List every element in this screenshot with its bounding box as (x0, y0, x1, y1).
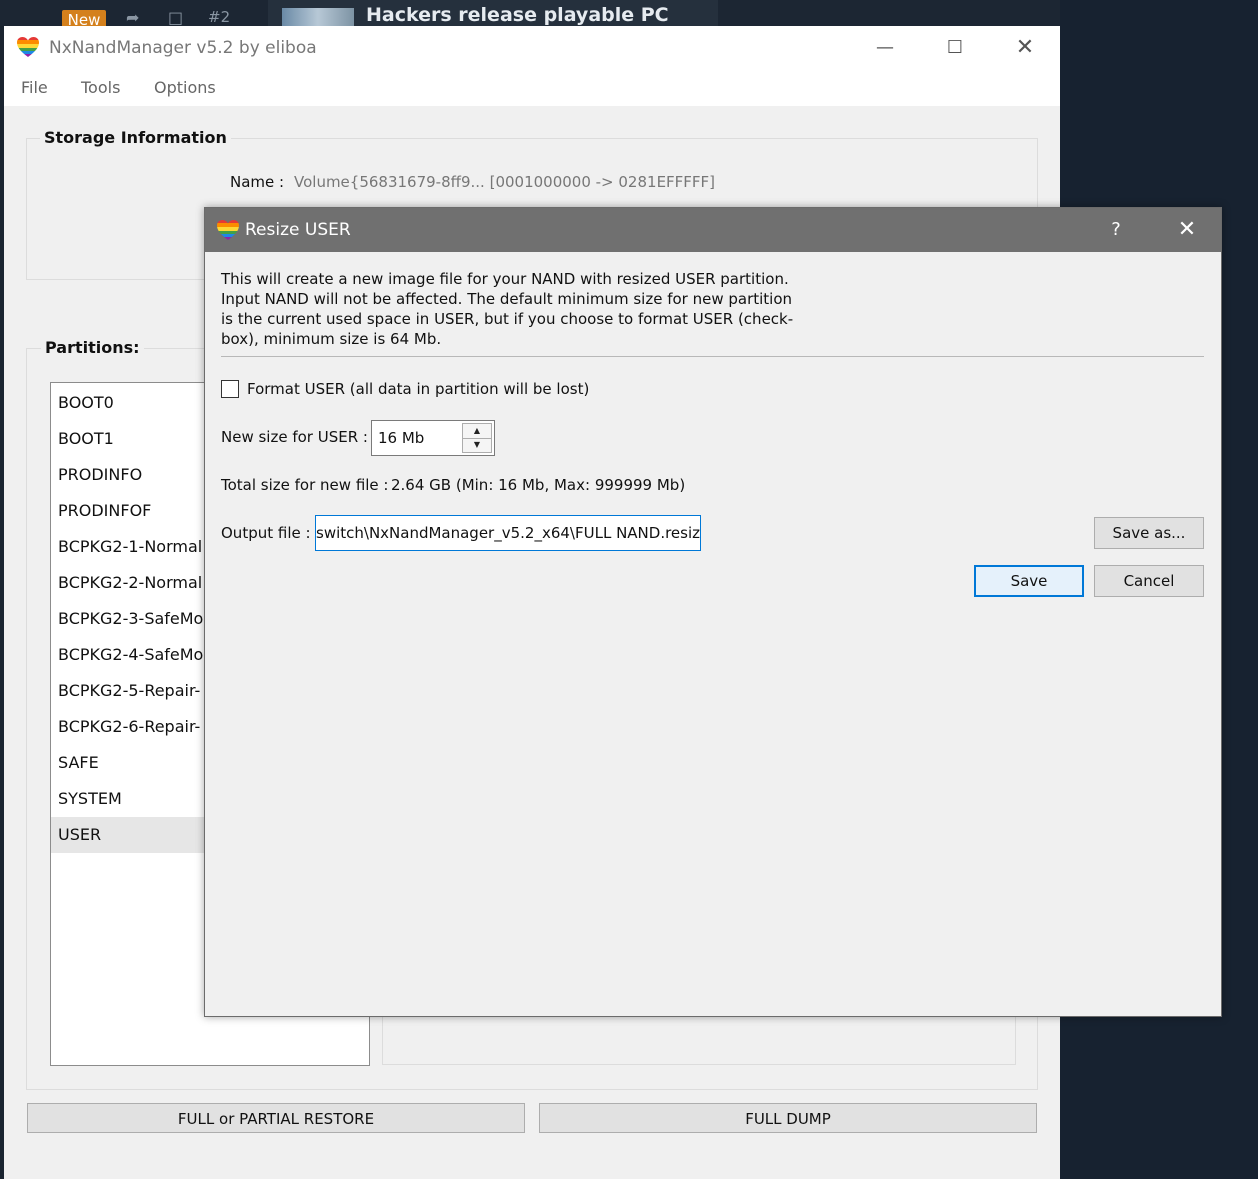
total-size-label: Total size for new file : (221, 476, 389, 494)
main-window-title: NxNandManager v5.2 by eliboa (49, 38, 317, 58)
dialog-close-button[interactable]: ✕ (1157, 208, 1217, 252)
article-thumbnail (282, 8, 354, 26)
resize-user-dialog: Resize USER ? ✕ This will create a new i… (204, 207, 1222, 1017)
divider (221, 356, 1204, 357)
description-line: is the current used space in USER, but i… (221, 310, 794, 328)
spin-buttons: ▲ ▼ (462, 423, 492, 453)
dialog-titlebar: Resize USER ? ✕ (205, 208, 1221, 252)
share-icon: ➦ (126, 8, 140, 27)
partitions-title: Partitions: (41, 338, 144, 357)
description-line: box), minimum size is 64 Mb. (221, 330, 442, 348)
maximize-button[interactable]: ☐ (920, 26, 990, 70)
close-button[interactable]: ✕ (990, 26, 1060, 70)
dialog-title: Resize USER (245, 220, 351, 240)
heart-app-icon (217, 220, 239, 240)
format-user-label[interactable]: Format USER (all data in partition will … (247, 380, 589, 398)
full-dump-button[interactable]: FULL DUMP (539, 1103, 1037, 1133)
cancel-button[interactable]: Cancel (1094, 565, 1204, 597)
main-titlebar: NxNandManager v5.2 by eliboa — ☐ ✕ (4, 26, 1060, 70)
dialog-description: This will create a new image file for yo… (221, 269, 794, 349)
output-file-label: Output file : (221, 524, 311, 542)
article-headline: Hackers release playable PC (366, 4, 669, 26)
save-as-button[interactable]: Save as... (1094, 517, 1204, 549)
menu-tools[interactable]: Tools (81, 78, 120, 97)
spin-up-icon[interactable]: ▲ (463, 424, 491, 439)
spin-down-icon[interactable]: ▼ (463, 438, 491, 452)
save-button[interactable]: Save (974, 565, 1084, 597)
minimize-button[interactable]: — (850, 26, 920, 70)
description-line: This will create a new image file for yo… (221, 270, 789, 288)
output-file-input[interactable]: switch\NxNandManager_v5.2_x64\FULL NAND.… (315, 515, 701, 551)
new-size-label: New size for USER : (221, 428, 368, 446)
total-size-value: 2.64 GB (Min: 16 Mb, Max: 999999 Mb) (391, 476, 686, 494)
name-value: Volume{56831679-8ff9... [0001000000 -> 0… (294, 173, 716, 191)
menu-file[interactable]: File (21, 78, 48, 97)
new-size-value[interactable]: 16 Mb (378, 429, 424, 447)
help-button[interactable]: ? (1101, 208, 1131, 252)
output-file-value[interactable]: switch\NxNandManager_v5.2_x64\FULL NAND.… (316, 524, 700, 542)
name-label: Name : (230, 173, 285, 191)
full-partial-restore-button[interactable]: FULL or PARTIAL RESTORE (27, 1103, 525, 1133)
bookmark-icon: □ (168, 8, 184, 27)
background-counter: #2 (208, 8, 231, 26)
storage-info-title: Storage Information (40, 128, 231, 147)
new-size-spinbox[interactable]: 16 Mb ▲ ▼ (371, 420, 495, 456)
menu-options[interactable]: Options (154, 78, 216, 97)
format-user-checkbox[interactable] (221, 380, 239, 398)
description-line: Input NAND will not be affected. The def… (221, 290, 793, 308)
heart-app-icon (17, 37, 39, 57)
